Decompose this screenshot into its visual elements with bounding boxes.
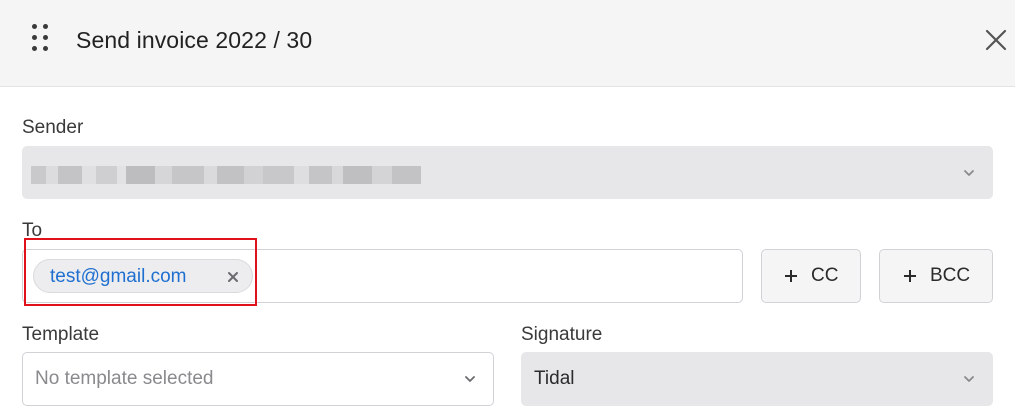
signature-label: Signature xyxy=(521,324,603,345)
cc-label: CC xyxy=(811,265,839,286)
chevron-down-icon xyxy=(964,169,974,176)
plus-icon xyxy=(904,270,916,282)
signature-value: Tidal xyxy=(534,368,575,389)
highlight-box xyxy=(24,238,257,306)
sender-select[interactable] xyxy=(22,146,993,199)
template-label: Template xyxy=(22,324,100,345)
bcc-label: BCC xyxy=(930,265,971,286)
signature-select[interactable]: Tidal xyxy=(521,352,993,406)
chevron-down-icon xyxy=(465,376,475,382)
drag-handle-icon[interactable] xyxy=(30,24,50,56)
close-icon[interactable] xyxy=(982,26,1010,54)
dialog-header: Send invoice 2022 / 30 xyxy=(0,0,1015,87)
sender-label: Sender xyxy=(22,117,84,138)
chevron-down-icon xyxy=(964,376,974,382)
add-cc-button[interactable]: CC xyxy=(761,249,861,303)
sender-value-redacted xyxy=(31,166,421,184)
add-bcc-button[interactable]: BCC xyxy=(879,249,993,303)
plus-icon xyxy=(785,270,797,282)
template-select[interactable]: No template selected xyxy=(22,352,494,406)
dialog-title: Send invoice 2022 / 30 xyxy=(76,27,313,53)
template-value: No template selected xyxy=(35,368,214,389)
